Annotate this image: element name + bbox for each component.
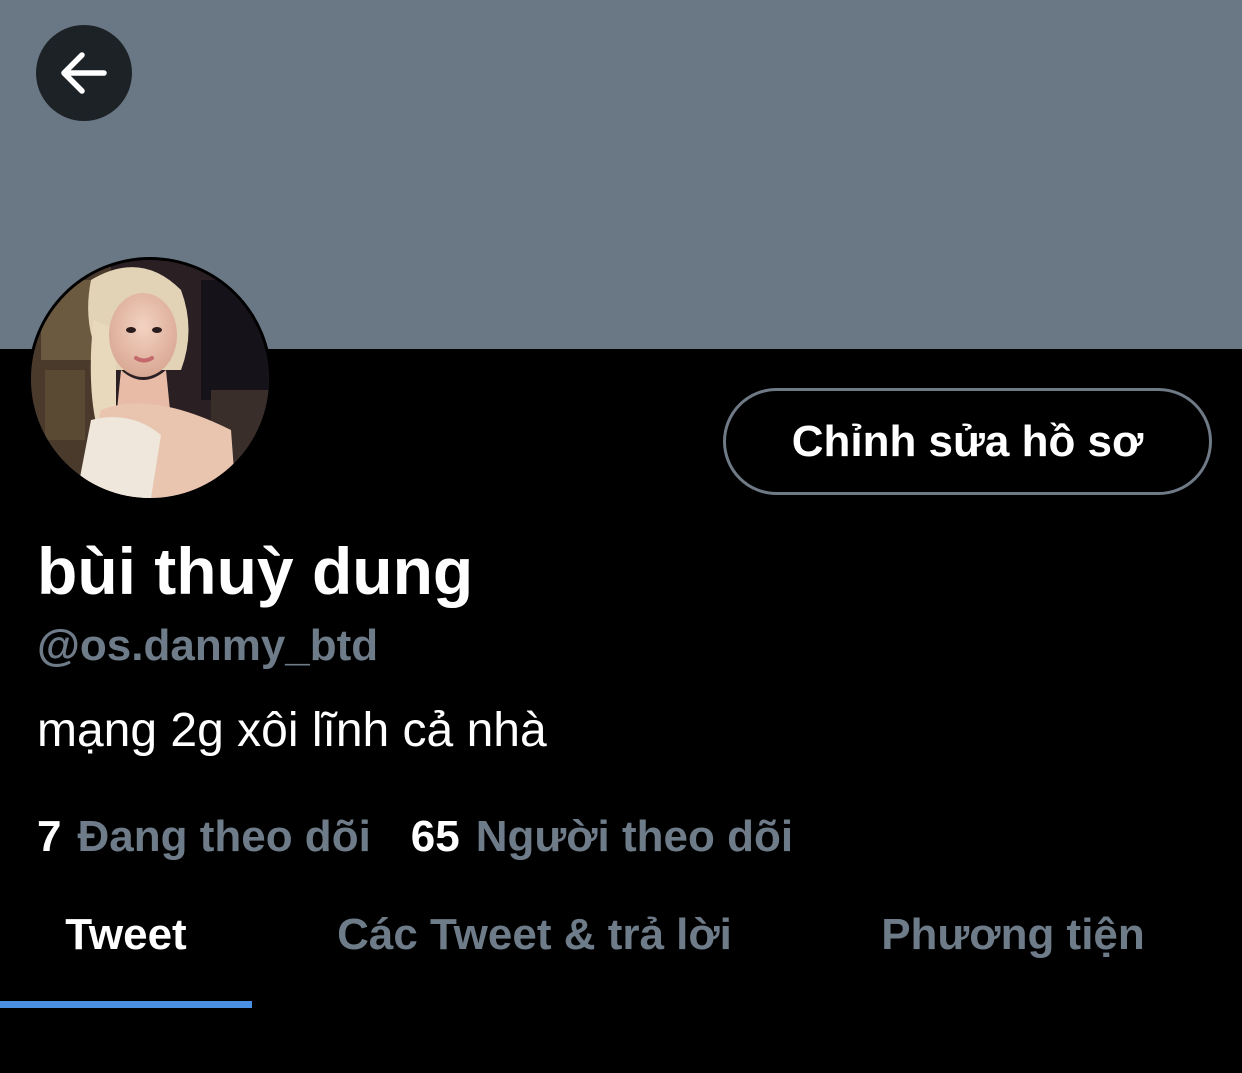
user-handle: @os.danmy_btd bbox=[37, 621, 379, 670]
active-tab-indicator bbox=[0, 1001, 252, 1008]
tab-tweets-and-replies[interactable]: Các Tweet & trả lời bbox=[252, 880, 817, 990]
profile-bio: mạng 2g xôi lĩnh cả nhà bbox=[37, 704, 547, 757]
follow-stats: 7 Đang theo dõi 65 Người theo dõi bbox=[37, 808, 793, 866]
edit-profile-button[interactable]: Chỉnh sửa hồ sơ bbox=[723, 388, 1212, 495]
following-stat[interactable]: 7 Đang theo dõi bbox=[37, 808, 371, 866]
back-button[interactable] bbox=[36, 25, 132, 121]
profile-screen: Chỉnh sửa hồ sơ bùi thuỳ dung @os.danmy_… bbox=[0, 0, 1242, 1073]
avatar[interactable] bbox=[28, 257, 272, 501]
tab-media[interactable]: Phương tiện bbox=[817, 880, 1209, 990]
followers-count: 65 bbox=[410, 812, 460, 861]
followers-stat[interactable]: 65 Người theo dõi bbox=[411, 808, 793, 866]
tab-tweets[interactable]: Tweet bbox=[0, 880, 252, 990]
following-label: Đang theo dõi bbox=[77, 812, 371, 861]
profile-photo bbox=[31, 260, 269, 498]
following-count: 7 bbox=[37, 812, 62, 861]
profile-tabs: Tweet Các Tweet & trả lời Phương tiện bbox=[0, 880, 1242, 1010]
arrow-left-icon bbox=[61, 52, 107, 94]
followers-label: Người theo dõi bbox=[475, 812, 794, 861]
display-name: bùi thuỳ dung bbox=[37, 534, 474, 608]
